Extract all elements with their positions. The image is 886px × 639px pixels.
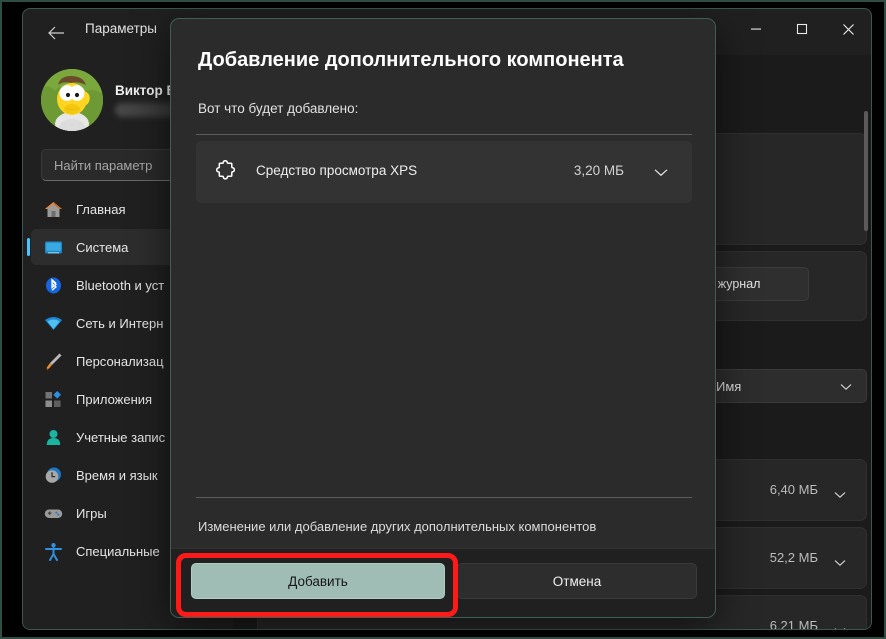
- accessibility-icon: [43, 541, 63, 561]
- sidebar-item-label: Сеть и Интерн: [76, 315, 164, 331]
- display-icon: [43, 237, 63, 257]
- caption-button-group: [733, 9, 871, 49]
- sort-combo[interactable]: Имя: [701, 369, 867, 403]
- add-button[interactable]: Добавить: [191, 563, 445, 599]
- account-icon: [43, 427, 63, 447]
- wifi-icon: [43, 313, 63, 333]
- clock-icon: [43, 465, 63, 485]
- sidebar-item-label: Bluetooth и уст: [76, 277, 165, 293]
- sidebar-item-label: Приложения: [76, 391, 153, 407]
- apps-icon: [43, 389, 63, 409]
- puzzle-piece-icon: [214, 160, 238, 184]
- home-icon: [43, 199, 63, 219]
- chevron-down-icon[interactable]: [834, 486, 846, 504]
- avatar: [41, 69, 103, 131]
- dialog-subtitle: Вот что будет добавлено:: [198, 101, 359, 116]
- sidebar-item-label: Время и язык: [76, 467, 158, 483]
- arrow-left-icon: [47, 26, 64, 40]
- chevron-down-icon[interactable]: [834, 622, 846, 629]
- dialog-divider-bottom: [196, 497, 692, 498]
- dialog-title: Добавление дополнительного компонента: [198, 49, 624, 71]
- cancel-button[interactable]: Отмена: [457, 563, 697, 599]
- avatar-image-homer: [41, 69, 103, 131]
- feature-name: Средство просмотра XPS: [256, 163, 418, 178]
- close-icon: [842, 23, 854, 35]
- sidebar-item-label: Игры: [76, 505, 107, 521]
- content-row-size: 52,2 МБ: [769, 550, 818, 565]
- bluetooth-icon: [43, 275, 63, 295]
- content-row-size: 6,21 МБ: [769, 618, 818, 629]
- maximize-button[interactable]: [779, 9, 825, 49]
- minimize-button[interactable]: [733, 9, 779, 49]
- brush-icon: [43, 351, 63, 371]
- feature-size: 3,20 МБ: [573, 163, 624, 178]
- gamepad-icon: [43, 503, 63, 523]
- more-optional-features-link[interactable]: Изменение или добавление других дополнит…: [198, 519, 596, 534]
- close-button[interactable]: [825, 9, 871, 49]
- content-row-size: 6,40 МБ: [769, 482, 818, 497]
- add-optional-feature-dialog: Добавление дополнительного компонента Во…: [170, 18, 716, 618]
- sidebar-item-label: Персонализац: [76, 353, 164, 369]
- chevron-down-icon: [840, 379, 852, 394]
- chevron-down-icon[interactable]: [834, 554, 846, 572]
- dialog-footer: Добавить Отмена: [171, 548, 715, 617]
- window-title: Параметры: [85, 21, 157, 36]
- feature-list-item[interactable]: Средство просмотра XPS 3,20 МБ: [196, 141, 692, 203]
- sidebar-item-label: Система: [76, 239, 129, 255]
- sidebar-item-label: Специальные: [76, 543, 160, 559]
- maximize-icon: [796, 23, 808, 35]
- dialog-divider-top: [196, 134, 692, 135]
- minimize-icon: [751, 28, 761, 30]
- content-scrollbar[interactable]: [864, 111, 868, 231]
- sort-combo-value: Имя: [716, 378, 742, 394]
- sidebar-item-label: Главная: [76, 201, 126, 217]
- sidebar-item-label: Учетные запис: [76, 429, 166, 445]
- back-button[interactable]: [41, 19, 71, 47]
- chevron-down-icon[interactable]: [654, 164, 668, 182]
